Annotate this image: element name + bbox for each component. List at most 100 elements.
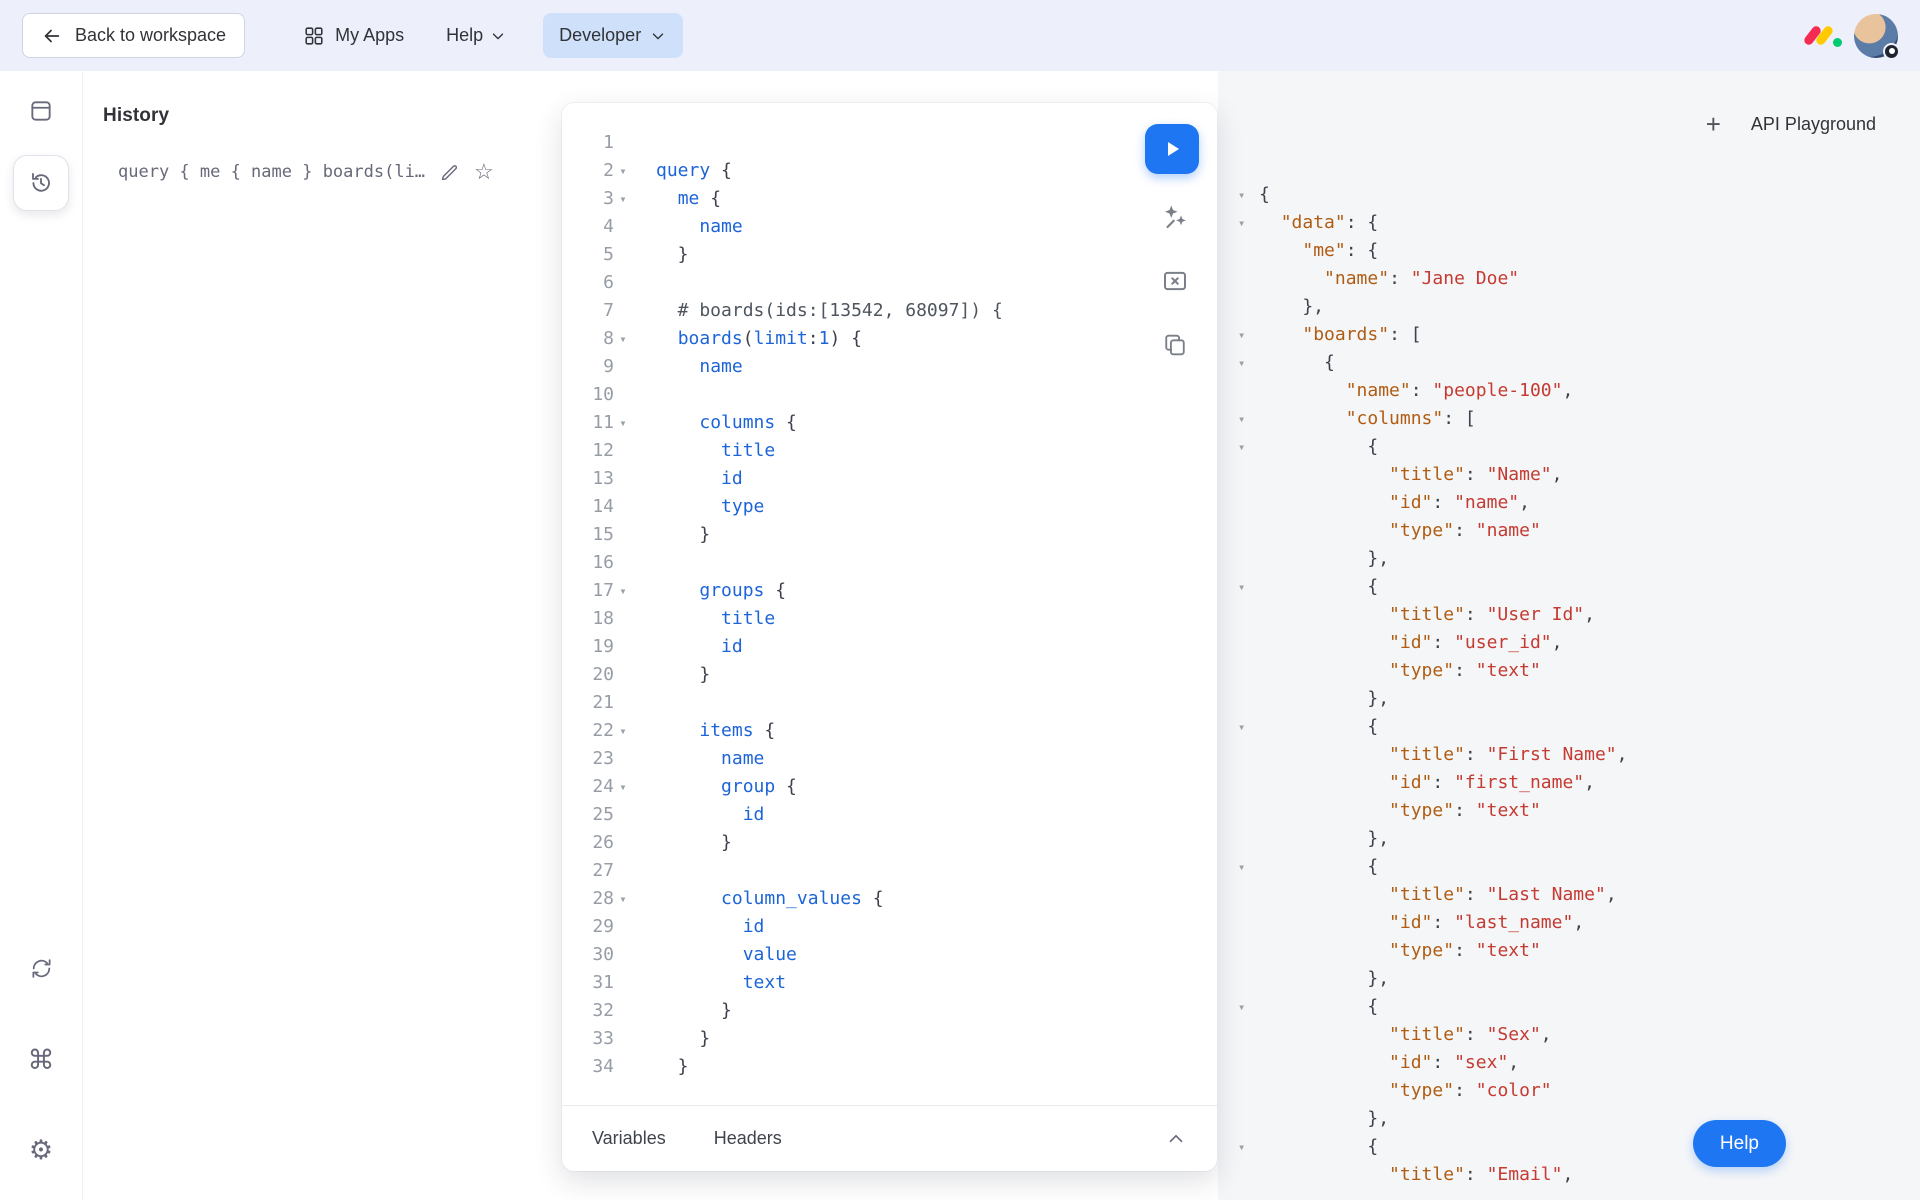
code-text: id: [632, 465, 743, 493]
fold-spacer: [1238, 741, 1259, 769]
fold-toggle-icon[interactable]: ▾: [614, 185, 632, 213]
history-icon-button[interactable]: [13, 155, 69, 211]
fold-toggle-icon[interactable]: ▾: [614, 409, 632, 437]
fold-toggle-icon[interactable]: ▾: [1238, 209, 1259, 237]
response-viewer[interactable]: ▾{▾ "data": { "me": { "name": "Jane Doe"…: [1218, 181, 1920, 1189]
code-text: name: [632, 745, 764, 773]
code-text: value: [632, 941, 797, 969]
star-icon[interactable]: ☆: [474, 161, 494, 183]
response-line: ▾ {: [1218, 993, 1920, 1021]
tab-headers[interactable]: Headers: [714, 1128, 782, 1149]
fold-toggle-icon[interactable]: ▾: [614, 157, 632, 185]
fold-spacer: [1238, 629, 1259, 657]
back-to-workspace-button[interactable]: Back to workspace: [22, 13, 245, 58]
shortcuts-icon-button[interactable]: ⌘: [17, 1036, 65, 1084]
fold-toggle-icon[interactable]: ▾: [1238, 573, 1259, 601]
fold-toggle-icon[interactable]: ▾: [614, 577, 632, 605]
code-line: 14 type: [570, 493, 1217, 521]
response-line: "type": "name": [1218, 517, 1920, 545]
fold-spacer: [614, 213, 632, 241]
code-line: 34 }: [570, 1053, 1217, 1081]
fold-spacer: [1238, 657, 1259, 685]
line-number: 28: [570, 885, 614, 913]
code-line: 11▾ columns {: [570, 409, 1217, 437]
code-line: 12 title: [570, 437, 1217, 465]
fold-toggle-icon[interactable]: ▾: [614, 325, 632, 353]
fold-toggle-icon[interactable]: ▾: [614, 885, 632, 913]
line-number: 5: [570, 241, 614, 269]
fold-spacer: [1238, 1077, 1259, 1105]
docs-icon-button[interactable]: [17, 87, 65, 135]
code-text: # boards(ids:[13542, 68097]) {: [632, 297, 1003, 325]
my-apps-button[interactable]: My Apps: [303, 25, 404, 47]
help-menu[interactable]: Help: [446, 25, 507, 46]
editor-footer: Variables Headers: [562, 1105, 1217, 1171]
avatar[interactable]: [1854, 14, 1898, 58]
response-line: "type": "text": [1218, 797, 1920, 825]
fold-toggle-icon[interactable]: ▾: [1238, 1133, 1259, 1161]
response-text: },: [1259, 545, 1389, 573]
fold-spacer: [614, 913, 632, 941]
fold-toggle-icon[interactable]: ▾: [614, 773, 632, 801]
response-line: ▾ "boards": [: [1218, 321, 1920, 349]
code-line: 29 id: [570, 913, 1217, 941]
fold-spacer: [614, 269, 632, 297]
new-tab-button[interactable]: +: [1706, 111, 1721, 137]
code-text: }: [632, 1053, 689, 1081]
refresh-icon-button[interactable]: [17, 944, 65, 992]
line-number: 11: [570, 409, 614, 437]
fold-toggle-icon[interactable]: ▾: [1238, 349, 1259, 377]
response-line: ▾ {: [1218, 853, 1920, 881]
response-text: {: [1259, 433, 1378, 461]
response-text: "me": {: [1259, 237, 1378, 265]
fold-toggle-icon[interactable]: ▾: [1238, 713, 1259, 741]
prettify-button[interactable]: [1157, 199, 1193, 235]
response-text: "title": "Email",: [1259, 1161, 1573, 1189]
response-line: },: [1218, 545, 1920, 573]
response-text: },: [1259, 825, 1389, 853]
tab-variables[interactable]: Variables: [592, 1128, 666, 1149]
response-text: "title": "Sex",: [1259, 1021, 1552, 1049]
fold-toggle-icon[interactable]: ▾: [1238, 181, 1259, 209]
code-line: 15 }: [570, 521, 1217, 549]
fold-spacer: [1238, 489, 1259, 517]
code-line: 13 id: [570, 465, 1217, 493]
grid-icon: [303, 25, 325, 47]
developer-menu[interactable]: Developer: [543, 13, 683, 58]
editor-code-area[interactable]: 12▾query {3▾ me {4 name5 }67 # boards(id…: [570, 129, 1217, 1081]
edit-icon[interactable]: [439, 162, 460, 183]
code-line: 33 }: [570, 1025, 1217, 1053]
fold-spacer: [1238, 293, 1259, 321]
fold-spacer: [1238, 965, 1259, 993]
copy-button[interactable]: [1157, 327, 1193, 363]
collapse-footer-button[interactable]: [1165, 1128, 1187, 1150]
code-text: [632, 549, 656, 577]
fold-spacer: [614, 829, 632, 857]
fold-toggle-icon[interactable]: ▾: [1238, 405, 1259, 433]
chevron-down-icon: [489, 27, 507, 45]
help-button[interactable]: Help: [1693, 1120, 1786, 1167]
fold-toggle-icon[interactable]: ▾: [1238, 853, 1259, 881]
fold-toggle-icon[interactable]: ▾: [1238, 321, 1259, 349]
fold-toggle-icon[interactable]: ▾: [1238, 433, 1259, 461]
run-query-button[interactable]: [1145, 124, 1199, 174]
fold-toggle-icon[interactable]: ▾: [1238, 993, 1259, 1021]
response-line: "type": "text": [1218, 657, 1920, 685]
play-icon: [1160, 137, 1184, 161]
fold-spacer: [614, 745, 632, 773]
response-line: ▾{: [1218, 181, 1920, 209]
code-line: 2▾query {: [570, 157, 1217, 185]
chevron-down-icon: [649, 27, 667, 45]
settings-icon-button[interactable]: ⚙: [17, 1126, 65, 1174]
response-line: "id": "sex",: [1218, 1049, 1920, 1077]
response-text: "name": "Jane Doe": [1259, 265, 1519, 293]
fold-toggle-icon[interactable]: ▾: [614, 717, 632, 745]
query-editor-card: 12▾query {3▾ me {4 name5 }67 # boards(id…: [562, 103, 1217, 1171]
code-text: me {: [632, 185, 721, 213]
line-number: 32: [570, 997, 614, 1025]
history-item[interactable]: query { me { name } boards(li… ☆: [118, 161, 558, 183]
response-line: "title": "First Name",: [1218, 741, 1920, 769]
response-text: "type": "text": [1259, 937, 1541, 965]
clear-button[interactable]: [1157, 263, 1193, 299]
response-text: "id": "first_name",: [1259, 769, 1595, 797]
